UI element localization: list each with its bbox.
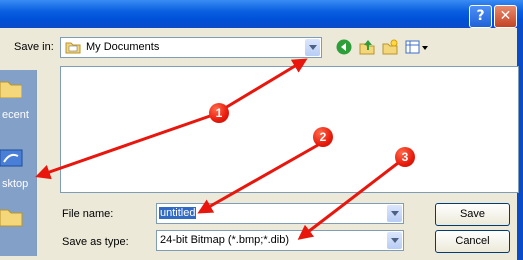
arrow-1-to-desktop	[35, 114, 211, 180]
arrow-3-to-save-type	[297, 161, 399, 240]
annotation-arrows	[35, 58, 399, 240]
callout-1: 1	[209, 103, 229, 123]
arrow-1-to-dropdown	[224, 58, 308, 110]
arrow-2-to-file-name	[197, 143, 319, 214]
callout-3: 3	[395, 147, 415, 167]
callout-2: 2	[313, 127, 333, 147]
